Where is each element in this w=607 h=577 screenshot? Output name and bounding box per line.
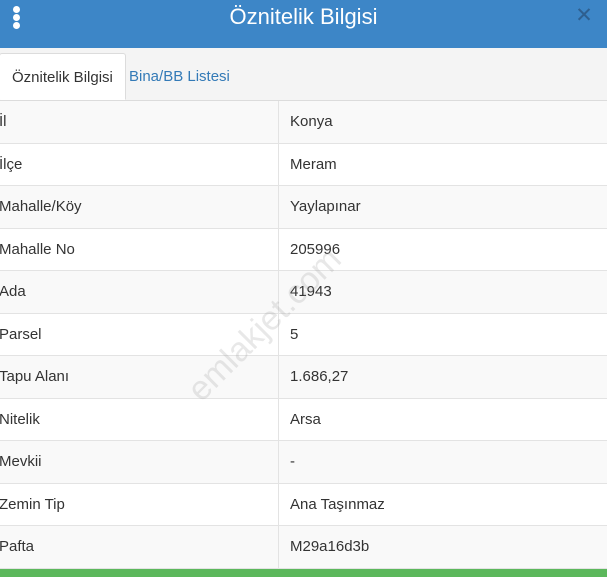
row-label: Mahalle/Köy <box>0 186 279 228</box>
footer-action-bar <box>0 569 607 577</box>
row-label: Parsel <box>0 313 279 356</box>
table-row: Zemin Tip Ana Taşınmaz <box>0 483 607 526</box>
table-row: Ada 41943 <box>0 271 607 314</box>
table-row: İl Konya <box>0 101 607 144</box>
row-label: Nitelik <box>0 398 279 441</box>
tab-oznitelik-bilgisi[interactable]: Öznitelik Bilgisi <box>0 53 126 100</box>
row-label: Ada <box>0 271 279 313</box>
table-row: Mevkii - <box>0 441 607 484</box>
table-row: Tapu Alanı 1.686,27 <box>0 356 607 399</box>
row-label: Zemin Tip <box>0 483 279 526</box>
tab-bar: Öznitelik Bilgisi Bina/BB Listesi <box>0 48 607 101</box>
attribute-table: İl Konya İlçe Meram Mahalle/Köy Yaylapın… <box>0 101 607 569</box>
tab-bina-bb-listesi[interactable]: Bina/BB Listesi <box>117 53 242 100</box>
row-value: M29a16d3b <box>290 538 370 555</box>
row-value: Ana Taşınmaz <box>290 495 385 513</box>
row-value: 205996 <box>290 240 341 258</box>
row-value: - <box>290 453 295 470</box>
row-value: Meram <box>290 155 337 173</box>
table-row: Parsel 5 <box>0 313 607 356</box>
row-label: Tapu Alanı <box>0 356 279 398</box>
table-row: Nitelik Arsa <box>0 398 607 441</box>
row-value: Yaylapınar <box>290 198 361 215</box>
row-label: Mevkii <box>0 441 279 483</box>
row-value: 5 <box>290 325 299 343</box>
close-icon[interactable]: ✕ <box>571 3 597 29</box>
table-row: Mahalle/Köy Yaylapınar <box>0 186 607 229</box>
row-label: İl <box>0 101 279 143</box>
row-value: Konya <box>290 113 333 130</box>
row-value: 41943 <box>290 283 332 300</box>
table-row: İlçe Meram <box>0 143 607 186</box>
dialog-title: Öznitelik Bilgisi <box>229 4 378 29</box>
row-label: Mahalle No <box>0 228 279 271</box>
row-label: İlçe <box>0 143 279 186</box>
table-row: Pafta M29a16d3b <box>0 526 607 569</box>
row-value: 1.686,27 <box>290 368 349 385</box>
row-label: Pafta <box>0 526 279 568</box>
table-row: Mahalle No 205996 <box>0 228 607 271</box>
row-value: Arsa <box>290 410 321 428</box>
dialog-header: Öznitelik Bilgisi ✕ <box>0 0 607 48</box>
